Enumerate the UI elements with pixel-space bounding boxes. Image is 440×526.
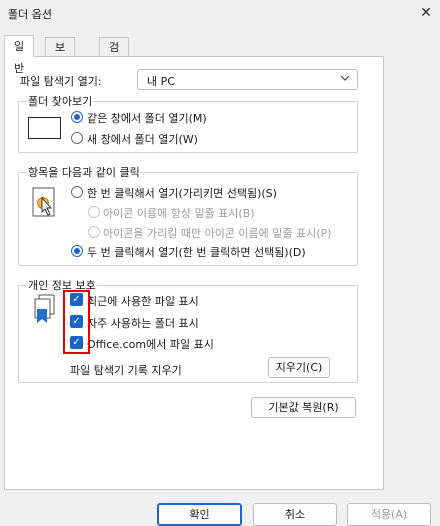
close-button[interactable]: ✕ (412, 0, 440, 26)
chevron-down-icon (339, 72, 351, 87)
clear-history-label: 파일 탐색기 기록 지우기 (70, 364, 182, 377)
same-window-radio[interactable] (71, 111, 83, 123)
frequent-folders-label[interactable]: 자주 사용하는 폴더 표시 (87, 315, 199, 331)
same-window-label[interactable]: 같은 창에서 폴더 열기(M) (87, 110, 207, 126)
tab-view[interactable]: 보기 (45, 37, 76, 73)
explorer-open-value: 내 PC (147, 75, 175, 88)
window-title: 폴더 옵션 (8, 8, 52, 21)
clear-history-button[interactable]: 지우기(C) (268, 357, 330, 378)
folder-options-dialog: 폴더 옵션 ✕ 일반 보기 검색 파일 탐색기 열기: 내 PC 폴더 찾아보기… (0, 0, 440, 526)
recent-files-label[interactable]: 최근에 사용한 파일 표시 (87, 293, 199, 309)
privacy-files-icon (32, 293, 60, 328)
browse-folders-legend: 폴더 찾아보기 (27, 93, 94, 109)
single-click-label[interactable]: 한 번 클릭해서 열기(가리키면 선택됨)(S) (87, 185, 277, 201)
new-window-label[interactable]: 새 창에서 폴더 열기(W) (87, 131, 198, 147)
double-click-label[interactable]: 두 번 클릭해서 열기(한 번 클릭하면 선택됨)(D) (87, 244, 306, 260)
explorer-open-label: 파일 탐색기 열기: (20, 75, 102, 88)
restore-defaults-button[interactable]: 기본값 복원(R) (251, 397, 356, 418)
click-items-legend: 항목을 다음과 같이 클릭 (27, 164, 141, 180)
single-click-radio[interactable] (71, 186, 83, 198)
cancel-button[interactable]: 취소 (253, 503, 337, 526)
explorer-open-select[interactable]: 내 PC (137, 69, 358, 90)
checkbox-highlight-box (63, 290, 90, 354)
underline-always-label[interactable]: 아이콘 이름에 항상 밑줄 표시(B) (103, 205, 255, 221)
click-pointer-icon (29, 186, 59, 223)
apply-button[interactable]: 적용(A) (347, 503, 431, 526)
tab-search[interactable]: 검색 (99, 37, 130, 73)
close-icon: ✕ (420, 5, 432, 21)
double-click-radio[interactable] (71, 245, 83, 257)
underline-hover-radio[interactable] (88, 226, 100, 238)
new-window-radio[interactable] (71, 132, 83, 144)
office-files-label[interactable]: Office.com에서 파일 표시 (87, 336, 214, 352)
ok-button[interactable]: 확인 (157, 503, 242, 526)
title-bar: 폴더 옵션 ✕ (0, 0, 440, 26)
browse-folders-icon (28, 115, 62, 144)
underline-always-radio[interactable] (88, 206, 100, 218)
underline-hover-label[interactable]: 아이콘을 가리킬 때만 아이콘 이름에 밑줄 표시(P) (103, 225, 331, 241)
tab-general[interactable]: 일반 (4, 35, 35, 75)
